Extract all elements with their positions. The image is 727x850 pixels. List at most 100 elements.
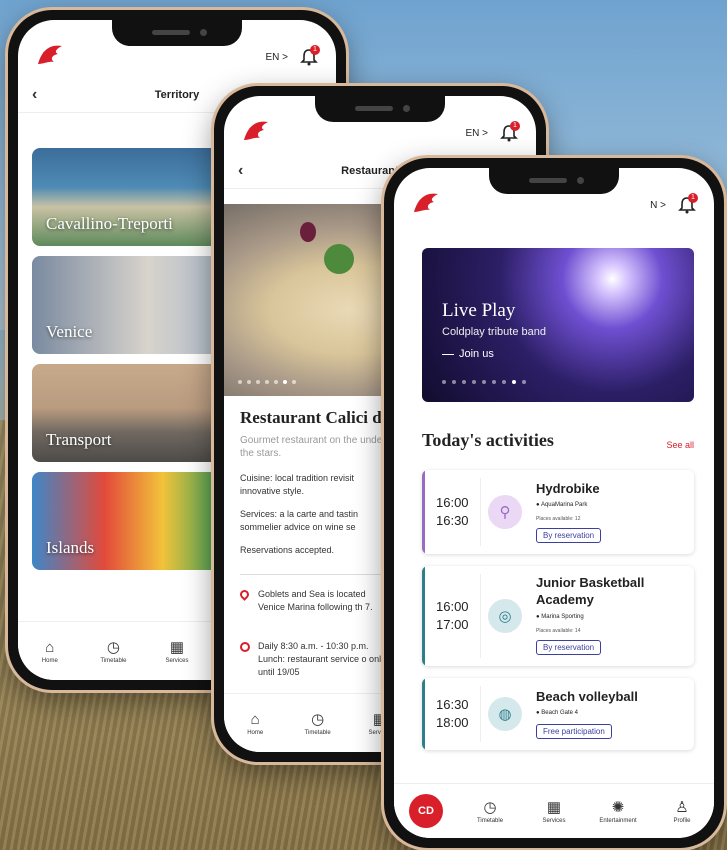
start-time: 16:30 (436, 697, 469, 712)
banner-cta-label: Join us (459, 348, 494, 360)
activity-times: 16:30 18:00 (436, 696, 469, 732)
restaurant-cuisine: Cuisine: local tradition revisit innovat… (240, 473, 355, 496)
activity-location: ● AquaMarina Park (536, 502, 587, 508)
language-chevron-icon: > (282, 52, 288, 63)
divider (240, 574, 390, 575)
nav-timetable[interactable]: ◷ Timetable (82, 622, 146, 680)
phone-notch (315, 96, 445, 122)
start-time: 16:00 (436, 495, 469, 510)
home-icon: ⌂ (45, 638, 55, 656)
activity-tag[interactable]: Free participation (536, 724, 612, 739)
language-selector[interactable]: EN > (465, 128, 488, 139)
nav-label: Timetable (304, 730, 331, 736)
screen-activities: N > 1 Live Play Coldplay tribute band Jo… (394, 168, 714, 838)
activity-tag[interactable]: By reservation (536, 640, 602, 655)
banner-title: Live Play (442, 300, 516, 321)
notification-count-badge: 1 (510, 121, 520, 131)
back-arrow-icon[interactable]: ‹ (238, 162, 243, 180)
activity-times: 16:00 16:30 (436, 494, 469, 530)
nav-label: Timetable (476, 818, 504, 824)
activity-times: 16:00 17:00 (436, 598, 469, 634)
activity-card-volleyball[interactable]: 16:30 18:00 ◍ Beach volleyball ● Beach Ga… (422, 678, 694, 750)
banner-join-link[interactable]: Join us (442, 348, 494, 360)
tile-label: Transport (46, 430, 112, 449)
start-time: 16:00 (436, 599, 469, 614)
clock-icon: ◷ (106, 639, 120, 656)
volleyball-icon: ◍ (488, 697, 522, 731)
language-chevron-icon: > (660, 200, 666, 211)
nav-services[interactable]: ▦ Services (522, 784, 586, 838)
carousel-dots (238, 380, 296, 384)
restaurant-name: Restaurant Calici d (240, 408, 382, 427)
food-garnish (300, 222, 316, 242)
brand-logo-icon[interactable] (410, 188, 444, 218)
page-title: Territory (154, 89, 200, 101)
card-accent-bar (422, 566, 425, 666)
bottom-nav: CD ◷ Timetable ▦ Services ✺ Entertainment ♙… (394, 783, 714, 838)
brand-logo-icon[interactable] (240, 116, 274, 146)
home-icon: ⌂ (250, 710, 260, 728)
activity-tag[interactable]: By reservation (536, 528, 602, 543)
nav-timetable[interactable]: ◷ Timetable (458, 784, 522, 838)
nav-services[interactable]: ▦ Services (145, 622, 209, 680)
restaurant-location: Goblets and Sea is located Venice Marina… (258, 589, 373, 612)
brand-logo-icon[interactable] (34, 40, 68, 70)
notifications-bell-icon[interactable]: 1 (500, 121, 520, 142)
location-pin-icon (238, 588, 251, 601)
tile-label: Venice (46, 322, 93, 341)
restaurant-services: Services: a la carte and tastin sommelie… (240, 509, 359, 532)
nav-timetable[interactable]: ◷ Timetable (286, 694, 348, 752)
nav-entertainment[interactable]: ✺ Entertainment (586, 784, 650, 838)
end-time: 17:00 (436, 617, 469, 632)
grid-icon: ▦ (169, 639, 185, 656)
card-separator (480, 574, 481, 658)
language-code: EN (465, 128, 480, 139)
nav-profile[interactable]: ♙ Profile (650, 784, 714, 838)
activity-name: Beach volleyball (536, 689, 638, 704)
card-accent-bar (422, 470, 425, 554)
nav-label: Home (247, 729, 264, 736)
nav-home[interactable]: ⌂ Home (224, 694, 286, 752)
activity-name: Hydrobike (536, 481, 600, 496)
brand-fab-icon: CD (409, 794, 443, 828)
back-arrow-icon[interactable]: ‹ (32, 86, 37, 104)
section-title: Today's activities (422, 430, 554, 450)
language-chevron-icon: > (482, 128, 488, 139)
location-pin-icon: ● (536, 710, 540, 716)
clock-icon (240, 642, 250, 652)
restaurant-subtitle: Gourmet restaurant on the under the star… (240, 435, 386, 459)
tile-label: Cavallino-Treporti (46, 214, 173, 233)
banner-subtitle: Coldplay tribute band (442, 326, 546, 338)
nav-label: Services (542, 818, 566, 824)
activity-name: Junior Basketball Academy (536, 575, 645, 607)
nav-home-fab[interactable]: CD (394, 784, 458, 838)
location-pin-icon: ● (536, 614, 540, 620)
activity-places: Places available: 12 (536, 516, 581, 522)
language-selector[interactable]: EN > (265, 52, 288, 63)
location-pin-icon: ● (536, 502, 540, 508)
activity-card-hydrobike[interactable]: 16:00 16:30 ⚲ Hydrobike ● AquaMarina Park… (422, 470, 694, 554)
language-selector[interactable]: N > (650, 200, 666, 211)
food-garnish (324, 244, 354, 274)
activity-places: Places available: 14 (536, 628, 581, 634)
notification-count-badge: 1 (688, 193, 698, 203)
clock-icon: ◷ (483, 799, 497, 816)
carousel-dots (442, 380, 526, 384)
location-label: AquaMarina Park (540, 502, 588, 508)
location-label: Beach Gate 4 (541, 710, 578, 716)
basketball-icon: ◎ (488, 599, 522, 633)
fun-icon: ✺ (611, 799, 625, 816)
notifications-bell-icon[interactable]: 1 (678, 193, 698, 214)
nav-home[interactable]: ⌂ Home (18, 622, 82, 680)
card-accent-bar (422, 678, 425, 750)
activity-location: ● Beach Gate 4 (536, 710, 578, 716)
nav-label: Home (41, 657, 58, 664)
event-banner[interactable]: Live Play Coldplay tribute band Join us (422, 248, 694, 402)
activity-card-basketball[interactable]: 16:00 17:00 ◎ Junior Basketball Academy ●… (422, 566, 694, 666)
grid-icon: ▦ (546, 799, 562, 816)
see-all-link[interactable]: See all (666, 440, 694, 450)
card-separator (480, 686, 481, 742)
end-time: 18:00 (436, 715, 469, 730)
notifications-bell-icon[interactable]: 1 (300, 45, 320, 66)
card-separator (480, 478, 481, 546)
